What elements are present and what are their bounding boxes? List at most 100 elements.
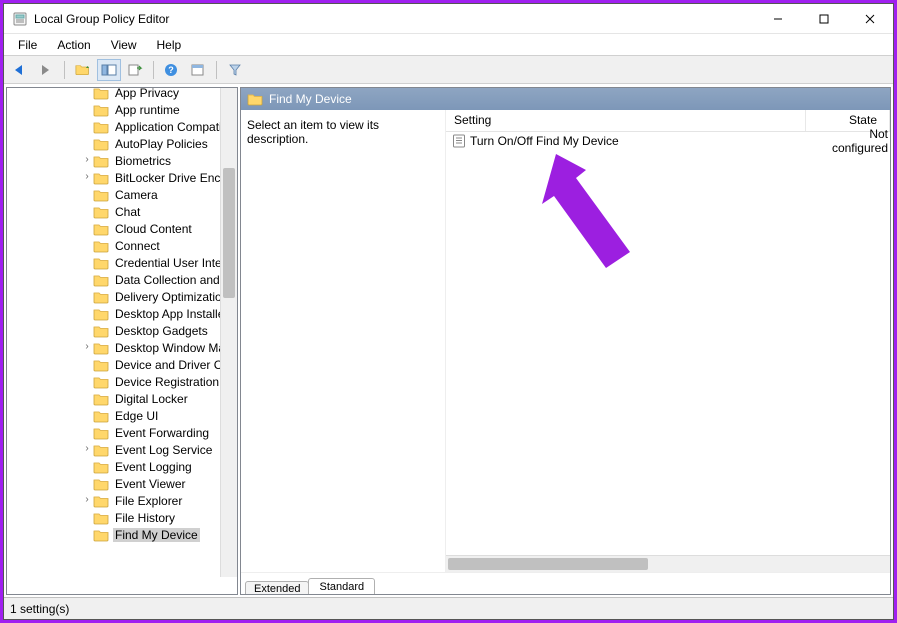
statusbar: 1 setting(s)	[4, 597, 893, 619]
view-tabstrip: Extended Standard	[241, 572, 890, 594]
tree-item[interactable]: › Event Log Service	[7, 441, 237, 458]
tree-item[interactable]: › Desktop Window Ma	[7, 339, 237, 356]
tree-item-label: Event Viewer	[113, 477, 187, 491]
menu-action[interactable]: Action	[47, 36, 100, 54]
tree-item-label: File History	[113, 511, 177, 525]
tree-item[interactable]: ›Chat	[7, 203, 237, 220]
folder-icon	[93, 460, 109, 474]
app-icon	[12, 11, 28, 27]
tree-item[interactable]: ›Edge UI	[7, 407, 237, 424]
tree-item-label: Desktop Window Ma	[113, 341, 227, 355]
maximize-button[interactable]	[801, 4, 847, 34]
description-prompt: Select an item to view its description.	[247, 118, 379, 146]
tree-item-label: Desktop App Installer	[113, 307, 230, 321]
tree-item[interactable]: ›Device Registration	[7, 373, 237, 390]
tree-item[interactable]: ›Connect	[7, 237, 237, 254]
tree-item[interactable]: ›Cloud Content	[7, 220, 237, 237]
tree-item[interactable]: ›AutoPlay Policies	[7, 135, 237, 152]
tree-item[interactable]: ›File Explorer	[7, 492, 237, 509]
tree-item[interactable]: ›File History	[7, 509, 237, 526]
status-text: 1 setting(s)	[10, 602, 69, 616]
tree-item-label: Application Compati	[113, 120, 224, 134]
tree-item-label: Biometrics	[113, 154, 173, 168]
folder-icon	[93, 392, 109, 406]
folder-icon	[93, 256, 109, 270]
expand-icon[interactable]: ›	[81, 171, 93, 182]
tree-item[interactable]: ›Desktop Gadgets	[7, 322, 237, 339]
tab-extended[interactable]: Extended	[245, 581, 309, 595]
close-button[interactable]	[847, 4, 893, 34]
folder-icon	[93, 205, 109, 219]
titlebar[interactable]: Local Group Policy Editor	[4, 4, 893, 34]
folder-icon	[93, 137, 109, 151]
show-tree-button[interactable]	[97, 59, 121, 81]
folder-icon	[93, 103, 109, 117]
export-list-button[interactable]	[123, 59, 147, 81]
window-frame: Local Group Policy Editor File Action Vi…	[3, 3, 894, 620]
tree-item-label: AutoPlay Policies	[113, 137, 210, 151]
tree-item-label: Digital Locker	[113, 392, 190, 406]
tree-item[interactable]: ›Camera	[7, 186, 237, 203]
list-hscrollbar[interactable]	[446, 555, 890, 572]
tree-item-label: Desktop Gadgets	[113, 324, 210, 338]
properties-button[interactable]	[186, 59, 210, 81]
tree-scroll[interactable]: ›App Privacy›App runtime›Application Com…	[7, 88, 237, 594]
tree-vscrollbar[interactable]	[220, 88, 237, 577]
tree-item-label: Delivery Optimization	[113, 290, 230, 304]
menu-file[interactable]: File	[8, 36, 47, 54]
expand-icon[interactable]: ›	[81, 443, 93, 454]
tree-item[interactable]: ›Digital Locker	[7, 390, 237, 407]
folder-icon	[93, 239, 109, 253]
forward-button[interactable]	[34, 59, 58, 81]
tree-item[interactable]: › Biometrics	[7, 152, 237, 169]
folder-icon	[93, 375, 109, 389]
folder-icon	[93, 494, 109, 508]
back-button[interactable]	[8, 59, 32, 81]
tree-item[interactable]: ›Find My Device	[7, 526, 237, 543]
tree-item[interactable]: ›Event Forwarding	[7, 424, 237, 441]
setting-row[interactable]: Turn On/Off Find My DeviceNot configured	[446, 132, 890, 150]
filter-button[interactable]	[223, 59, 247, 81]
tree-item[interactable]: ›App runtime	[7, 101, 237, 118]
tree-item[interactable]: ›Application Compati	[7, 118, 237, 135]
expand-icon[interactable]: ›	[81, 154, 93, 165]
menubar: File Action View Help	[4, 34, 893, 56]
setting-state: Not configured	[824, 127, 890, 155]
tree-item-label: Device and Driver Co	[113, 358, 231, 372]
folder-icon	[93, 511, 109, 525]
up-level-button[interactable]	[71, 59, 95, 81]
tree-item-label: BitLocker Drive Encry	[113, 171, 232, 185]
tree-item[interactable]: ›Delivery Optimization	[7, 288, 237, 305]
tree-item-label: Chat	[113, 205, 142, 219]
tree-item[interactable]: › BitLocker Drive Encry	[7, 169, 237, 186]
expand-icon[interactable]: ›	[81, 494, 93, 505]
folder-icon	[93, 154, 109, 168]
tree-item[interactable]: ›Event Viewer	[7, 475, 237, 492]
folder-icon	[93, 324, 109, 338]
folder-icon	[93, 426, 109, 440]
tree-vscroll-thumb[interactable]	[223, 168, 235, 298]
tree-item[interactable]: ›Data Collection and P	[7, 271, 237, 288]
folder-icon	[247, 92, 263, 106]
tree-item[interactable]: ›Device and Driver Co	[7, 356, 237, 373]
toolbar: ?	[4, 56, 893, 84]
help-button[interactable]: ?	[160, 59, 184, 81]
tree-item[interactable]: ›Desktop App Installer	[7, 305, 237, 322]
expand-icon[interactable]: ›	[81, 341, 93, 352]
description-column: Select an item to view its description.	[241, 110, 446, 572]
tree-item[interactable]: ›App Privacy	[7, 88, 237, 101]
settings-list: Setting State Turn On/Off Find My Device…	[446, 110, 890, 572]
content-header: Find My Device	[241, 88, 890, 110]
menu-help[interactable]: Help	[147, 36, 192, 54]
folder-icon	[93, 273, 109, 287]
minimize-button[interactable]	[755, 4, 801, 34]
tree-item[interactable]: ›Credential User Interf	[7, 254, 237, 271]
tree-item-label: Edge UI	[113, 409, 160, 423]
menu-view[interactable]: View	[101, 36, 147, 54]
tree-item[interactable]: ›Event Logging	[7, 458, 237, 475]
tree-item-label: Event Forwarding	[113, 426, 211, 440]
tab-standard[interactable]: Standard	[308, 578, 375, 595]
list-hscroll-thumb[interactable]	[448, 558, 648, 570]
column-setting[interactable]: Setting	[446, 110, 806, 131]
tree-item-label: Event Log Service	[113, 443, 214, 457]
